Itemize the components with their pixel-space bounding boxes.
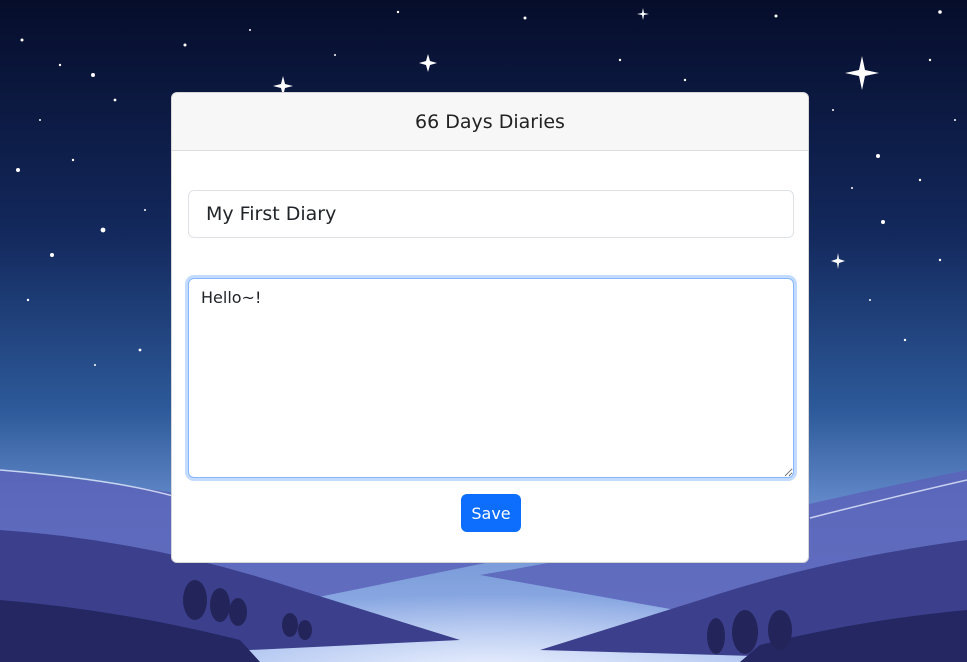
diary-title-input[interactable] — [188, 190, 794, 238]
diary-card: 66 Days Diaries Hello~! Save — [171, 92, 809, 563]
card-header: 66 Days Diaries — [172, 93, 808, 151]
diary-body-textarea[interactable]: Hello~! — [188, 278, 794, 478]
save-button[interactable]: Save — [461, 494, 521, 532]
page-title: 66 Days Diaries — [415, 110, 565, 133]
